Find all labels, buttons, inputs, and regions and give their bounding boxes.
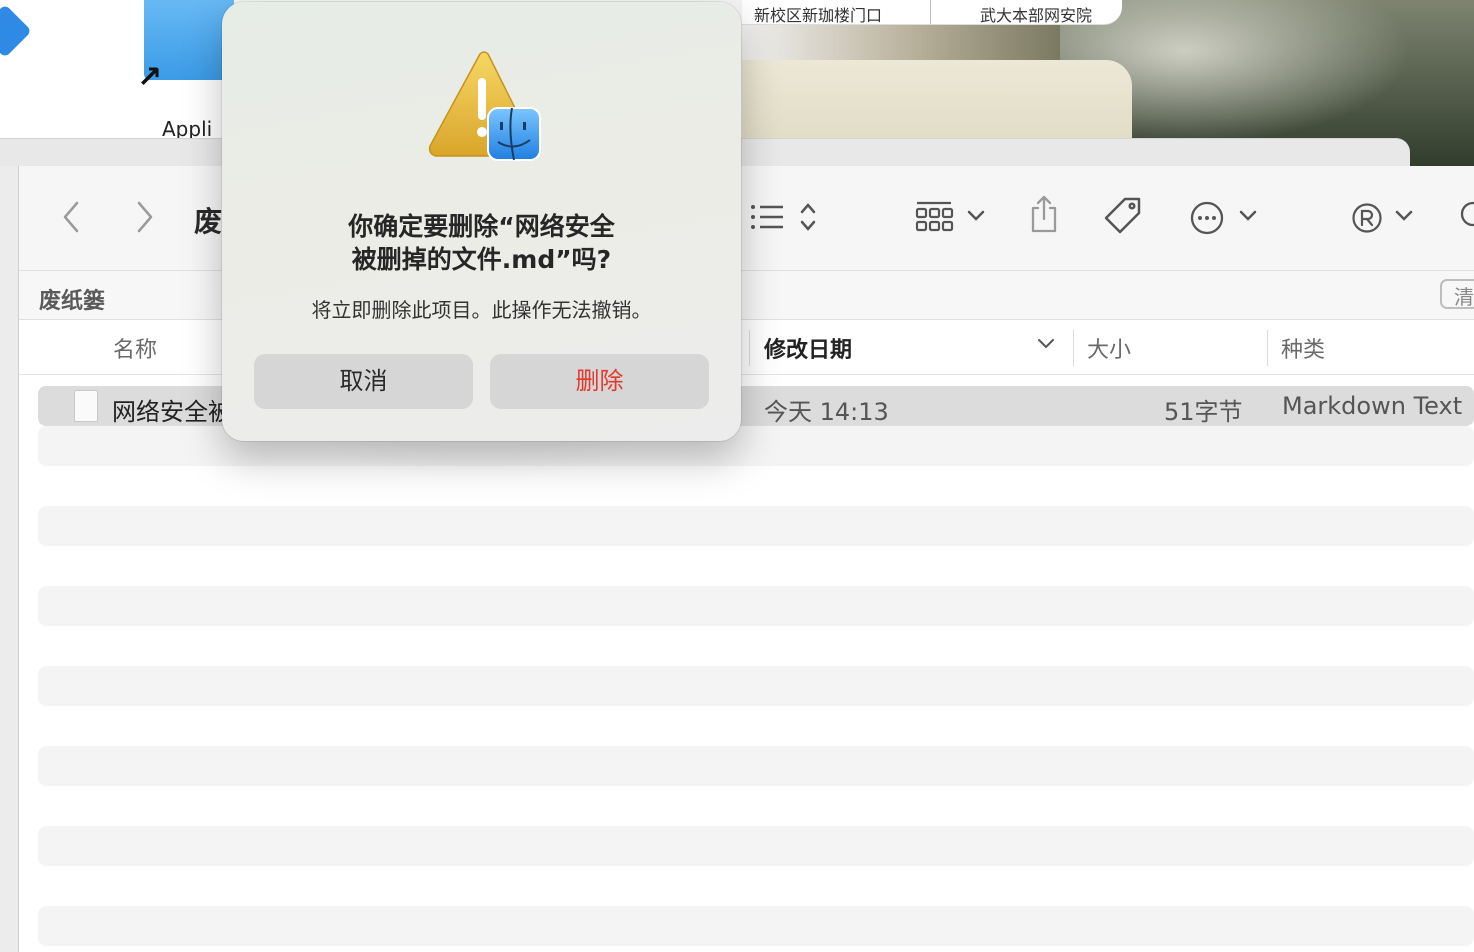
search-icon[interactable] (1457, 200, 1474, 236)
chevron-down-icon[interactable] (1239, 204, 1257, 228)
column-separator (1267, 330, 1268, 366)
dialog-title-line2: 被删掉的文件.md”吗? (351, 245, 612, 274)
registered-icon[interactable] (1351, 202, 1383, 240)
dialog-title-line1: 你确定要删除“网络安全 (348, 212, 615, 241)
tag-icon[interactable] (1103, 196, 1143, 242)
chevron-down-icon[interactable] (1395, 204, 1413, 228)
column-size[interactable]: 大小 (1087, 332, 1131, 364)
map-window-strip: 新校区新珈楼门口 武大本部网安院 (742, 0, 1122, 25)
trash-label: 废纸篓 (39, 289, 106, 314)
cancel-button[interactable]: 取消 (254, 354, 473, 409)
map-label-2: 武大本部网安院 (980, 6, 1093, 25)
back-icon[interactable] (61, 200, 81, 240)
dialog-title: 你确定要删除“网络安全 被删掉的文件.md”吗? (222, 210, 741, 276)
dialog-message: 将立即删除此项目。此操作无法撤销。 (311, 298, 652, 322)
map-separator (930, 0, 931, 24)
column-modified[interactable]: 修改日期 (764, 332, 852, 364)
app-logo-icon (0, 4, 32, 58)
group-grid-icon[interactable] (915, 200, 955, 240)
sort-chevron-icon[interactable] (1037, 332, 1055, 357)
empty-row (38, 506, 1474, 546)
column-name[interactable]: 名称 (113, 332, 157, 364)
file-modified: 今天 14:13 (764, 398, 889, 426)
background-photo-window (742, 60, 1132, 150)
empty-row (38, 906, 1474, 946)
delete-button[interactable]: 删除 (490, 354, 709, 409)
share-icon[interactable] (1029, 194, 1059, 240)
warning-finder-icon (422, 50, 544, 168)
column-separator (1073, 330, 1074, 366)
chevron-down-icon[interactable] (967, 204, 985, 228)
markdown-file-icon (74, 390, 98, 422)
sort-updown-icon[interactable] (799, 200, 817, 240)
delete-confirm-dialog: 你确定要删除“网络安全 被删掉的文件.md”吗? 将立即删除此项目。此操作无法撤… (222, 2, 741, 441)
background-window-left: ↗ Appli (0, 0, 234, 141)
forward-icon[interactable] (135, 200, 155, 240)
alias-arrow-icon: ↗ (137, 60, 163, 95)
empty-row (38, 666, 1474, 706)
file-size: 51字节 (1164, 398, 1243, 426)
empty-row (38, 826, 1474, 866)
more-icon[interactable] (1189, 200, 1225, 242)
empty-row (38, 746, 1474, 786)
sidebar-edge (0, 166, 19, 952)
empty-trash-button[interactable]: 清 (1440, 279, 1474, 309)
column-kind[interactable]: 种类 (1281, 332, 1325, 364)
empty-row (38, 586, 1474, 626)
map-label-1: 新校区新珈楼门口 (754, 6, 883, 25)
file-kind: Markdown Text (1282, 392, 1463, 420)
